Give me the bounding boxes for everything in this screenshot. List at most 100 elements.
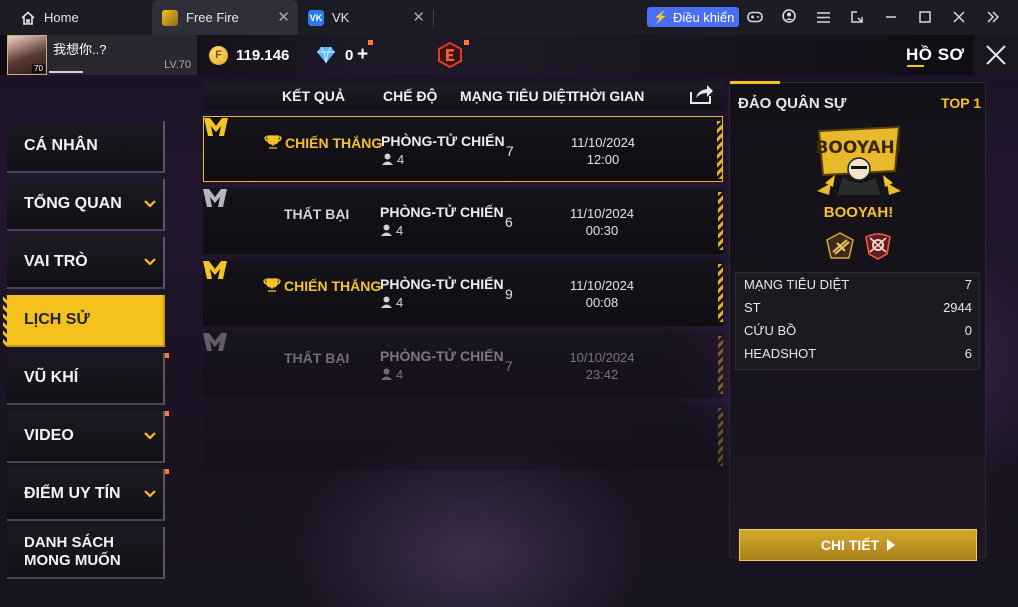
match-result: THẤT BẠI (284, 350, 349, 366)
play-arrow-icon (887, 539, 896, 551)
trophy-icon (264, 135, 282, 149)
match-players: 4 (382, 152, 404, 167)
match-detail-panel: ĐẢO QUÂN SỰ TOP 1 BOOYAH! BOOYAH! MẠNG T… (729, 81, 986, 561)
match-kills: 9 (505, 286, 513, 302)
person-icon (381, 224, 392, 236)
emulator-tab-bar: Home Free Fire ✕ VK VK ✕ ⚡ Điều khiển (0, 0, 1018, 35)
details-button[interactable]: CHI TIẾT (739, 529, 977, 561)
stat-label: MẠNG TIÊU DIỆT (744, 277, 850, 292)
tab-free-fire[interactable]: Free Fire ✕ (152, 0, 298, 35)
player-count: 4 (396, 367, 404, 382)
booyah-banner-text: BOOYAH! (815, 138, 902, 158)
panel-accent (730, 81, 780, 84)
match-time: 23:42 (585, 367, 619, 382)
close-icon[interactable] (942, 10, 976, 26)
share-icon[interactable] (688, 83, 714, 105)
tab-home[interactable]: Home (0, 0, 152, 35)
expand-icon[interactable] (840, 10, 874, 26)
title-underline (907, 65, 924, 67)
person-icon (381, 296, 392, 308)
trophy-icon (263, 278, 281, 292)
match-result: CHIẾN THẮNG (264, 135, 382, 151)
window-controls (738, 0, 1010, 35)
elite-pass-icon[interactable] (437, 42, 463, 68)
match-players: 4 (381, 223, 403, 238)
row-stripe (718, 264, 723, 322)
xp-bar (49, 71, 83, 73)
page-title: HỒ SƠ (906, 45, 965, 64)
tab-divider (433, 8, 434, 27)
diamond-balance: 0 (345, 47, 354, 64)
close-tab-icon[interactable]: ✕ (277, 10, 290, 25)
minimize-icon[interactable] (874, 10, 908, 26)
notification-dot (368, 40, 373, 45)
map-name: ĐẢO QUÂN SỰ (738, 95, 847, 112)
nav-item-history[interactable]: LỊCH SỬ (3, 295, 165, 347)
booyah-banner: BOOYAH! (815, 125, 903, 195)
topup-button[interactable]: + (357, 44, 368, 66)
home-icon (20, 10, 36, 26)
person-icon (381, 368, 392, 380)
match-date: 11/10/2024 (570, 135, 636, 150)
column-header-result: KẾT QUẢ (282, 88, 345, 104)
avatar: 70 (7, 35, 47, 75)
match-row[interactable]: CHIẾN THẮNG PHÒNG-TỬ CHIẾN 4 9 11/10/202… (203, 260, 723, 326)
player-card[interactable]: 70 我想你..? LV.70 (7, 35, 197, 75)
double-chevron-right-icon[interactable] (976, 10, 1010, 26)
nav-item-personal[interactable]: CÁ NHÂN (7, 121, 165, 173)
nav-item-wishlist[interactable]: DANH SÁCH MONG MUỐN (7, 527, 165, 579)
gamepad-icon[interactable] (738, 10, 772, 26)
match-time: 12:00 (586, 152, 620, 167)
menu-icon[interactable] (806, 10, 840, 26)
nav-item-roles[interactable]: VAI TRÒ (7, 237, 165, 289)
close-icon (986, 45, 1006, 65)
control-button[interactable]: ⚡ Điều khiển (647, 7, 739, 27)
match-row[interactable]: THẤT BẠI PHÒNG-TỬ CHIẾN 4 6 11/10/2024 0… (203, 188, 723, 254)
maximize-icon[interactable] (908, 10, 942, 26)
notification-dot (464, 40, 469, 45)
nav-item-overview[interactable]: TỔNG QUAN (7, 179, 165, 231)
account-icon[interactable] (772, 9, 806, 26)
match-players: 4 (381, 295, 403, 310)
match-rank: TOP 1 (941, 95, 981, 111)
match-date: 10/10/2024 (569, 350, 635, 365)
match-result-label: THẤT BẠI (284, 350, 350, 366)
match-kills: 6 (505, 214, 513, 230)
tab-vk-label: VK (332, 10, 350, 25)
nav-item-video[interactable]: VIDEO (7, 411, 165, 463)
column-header-mode: CHẾ ĐỘ (383, 88, 438, 104)
match-result-title: BOOYAH! (823, 204, 894, 221)
match-result-label: THẤT BẠI (284, 206, 350, 222)
match-time: 00:08 (585, 295, 619, 310)
match-row[interactable]: THẤT BẠI PHÒNG-TỬ CHIẾN 4 7 10/10/2024 2… (203, 332, 723, 398)
nav-item-reputation[interactable]: ĐIỂM UY TÍN (7, 469, 165, 521)
row-stripe (718, 336, 723, 394)
player-count: 4 (396, 223, 404, 238)
avatar-level: 70 (32, 64, 45, 73)
control-button-label: Điều khiển (672, 9, 735, 25)
match-row[interactable]: CHIẾN THẮNG PHÒNG-TỬ CHIẾN 4 7 11/10/202… (203, 116, 723, 182)
row-stripe (718, 408, 723, 466)
free-fire-app-icon (162, 9, 178, 26)
tab-vk[interactable]: VK VK ✕ (298, 0, 433, 35)
close-tab-icon[interactable]: ✕ (412, 10, 425, 25)
person-icon (382, 153, 393, 165)
match-time: 00:30 (585, 223, 619, 238)
row-stripe (717, 121, 722, 179)
chevron-down-icon (144, 258, 156, 266)
match-date: 11/10/2024 (569, 206, 635, 221)
player-count: 4 (396, 295, 404, 310)
stat-label: CỨU BỒ (744, 323, 797, 338)
match-datetime: 11/10/2024 00:30 (569, 205, 635, 239)
close-profile-button[interactable] (974, 35, 1018, 75)
match-result: CHIẾN THẮNG (263, 278, 381, 294)
lightning-icon: ⚡ (653, 10, 668, 24)
mvp-badge-icon (203, 261, 227, 279)
match-result-label: CHIẾN THẮNG (284, 278, 382, 294)
nav-item-weapons[interactable]: VŨ KHÍ (7, 353, 165, 405)
match-result-label: CHIẾN THẮNG (285, 135, 383, 151)
nav-item-label-line1: DANH SÁCH (24, 534, 114, 551)
nav-item-label: LỊCH SỬ (24, 311, 90, 328)
match-date: 11/10/2024 (569, 278, 635, 293)
nav-item-label: VŨ KHÍ (24, 369, 79, 386)
